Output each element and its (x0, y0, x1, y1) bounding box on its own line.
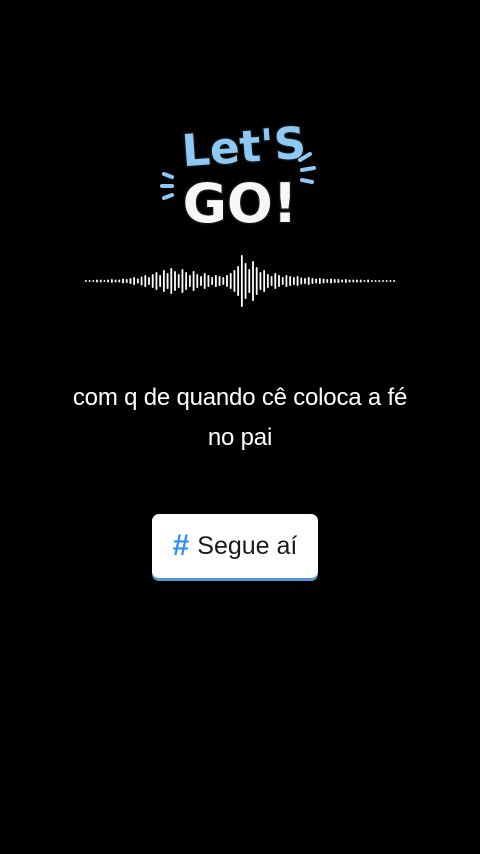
waveform-bar (382, 280, 384, 282)
waveform-bar (255, 267, 258, 295)
waveform-bar (88, 280, 91, 282)
waveform-bar (304, 278, 306, 284)
waveform-bar (207, 275, 210, 287)
waveform-bar (285, 275, 288, 287)
waveform-bar (244, 263, 247, 299)
waveform-bar (96, 279, 98, 283)
segue-ai-hashtag-button[interactable]: # Segue aí (152, 514, 318, 578)
waveform-bar (159, 275, 162, 287)
waveform-bar (203, 273, 206, 289)
waveform-bar (348, 279, 351, 283)
waveform-bar (318, 278, 321, 284)
waveform-bar (125, 279, 128, 283)
waveform-bar (107, 279, 110, 283)
waveform-bar (311, 278, 314, 284)
waveform-bar (344, 279, 347, 283)
waveform-bar (378, 280, 381, 282)
waveform-bar (214, 275, 217, 287)
hashtag-icon: # (172, 529, 190, 562)
waveform-bar (274, 273, 277, 289)
waveform-bar (367, 279, 370, 283)
sticker-lets-text: Let'S (179, 116, 309, 179)
waveform-bar (296, 276, 299, 286)
waveform-bar (356, 279, 358, 283)
waveform-bar (229, 273, 232, 289)
waveform-bar (170, 268, 173, 294)
waveform-bar (341, 279, 344, 283)
waveform-bar (136, 278, 139, 284)
sparkle-left-icon (160, 172, 174, 200)
waveform-bar (259, 272, 262, 290)
waveform-bar (363, 280, 366, 282)
waveform-bar (237, 266, 240, 296)
hashtag-button-label: Segue aí (197, 531, 298, 560)
waveform-bar (374, 280, 377, 282)
waveform-bar (263, 270, 266, 292)
waveform-bar (99, 279, 102, 283)
waveform-bar (333, 279, 336, 283)
waveform-bar (307, 277, 310, 285)
waveform-bar (133, 277, 136, 285)
waveform-bar (110, 279, 113, 283)
waveform-bar (359, 279, 362, 283)
waveform-bar (389, 280, 392, 282)
lets-go-sticker: Let'S GO! (160, 116, 316, 237)
waveform-bar (330, 278, 332, 284)
waveform-bar (248, 269, 251, 293)
waveform-bar (166, 273, 169, 289)
waveform-bar (162, 270, 165, 292)
waveform-bar (289, 276, 292, 286)
waveform-bar (155, 272, 158, 290)
waveform-bar (188, 275, 191, 287)
waveform-bar (114, 279, 117, 283)
sparkle-right-icon (298, 152, 316, 184)
sticker-go-text: GO! (181, 171, 299, 237)
audio-waveform (84, 255, 396, 307)
waveform-bar (218, 276, 221, 286)
waveform-bar (122, 278, 124, 284)
svg-text:GO!: GO! (183, 172, 298, 235)
waveform-bar (84, 280, 87, 282)
waveform-bar (185, 272, 188, 290)
svg-text:Let'S: Let'S (180, 118, 307, 178)
waveform-bar (252, 261, 254, 301)
waveform-bar (151, 274, 154, 288)
waveform-bar (177, 274, 180, 288)
waveform-bar (322, 278, 325, 284)
waveform-bar (240, 255, 243, 307)
waveform-bar (352, 279, 355, 283)
waveform-bar (181, 269, 184, 293)
waveform-bar (300, 277, 303, 285)
waveform-bar (337, 279, 340, 283)
caption-text: com q de quando cê coloca a fé no pai (20, 378, 460, 458)
waveform-bar (278, 275, 280, 287)
caption-line-1: com q de quando cê coloca a fé (72, 384, 408, 411)
caption-line-2: no pai (207, 424, 273, 451)
waveform-bar (200, 276, 202, 286)
waveform-bar (281, 277, 284, 285)
waveform-bar (92, 280, 95, 282)
waveform-bar (144, 275, 147, 287)
waveform-bar (315, 278, 318, 284)
waveform-bar (196, 274, 199, 288)
waveform-bar (174, 271, 176, 291)
waveform-bar (385, 280, 388, 282)
waveform-bar (148, 277, 150, 285)
waveform-bar (192, 271, 195, 291)
waveform-bar (211, 277, 214, 285)
waveform-bar (292, 277, 295, 285)
waveform-bar (118, 279, 121, 283)
waveform-bar (140, 276, 143, 286)
waveform-bar (226, 275, 228, 287)
waveform-bar (270, 276, 273, 286)
waveform-bar (129, 278, 132, 284)
waveform-bar (266, 274, 269, 288)
waveform-bar (222, 277, 225, 285)
waveform-bar (103, 280, 106, 282)
waveform-bar (326, 279, 329, 283)
waveform-bar (393, 280, 396, 282)
waveform-bar (233, 270, 236, 292)
waveform-bar (370, 280, 373, 282)
